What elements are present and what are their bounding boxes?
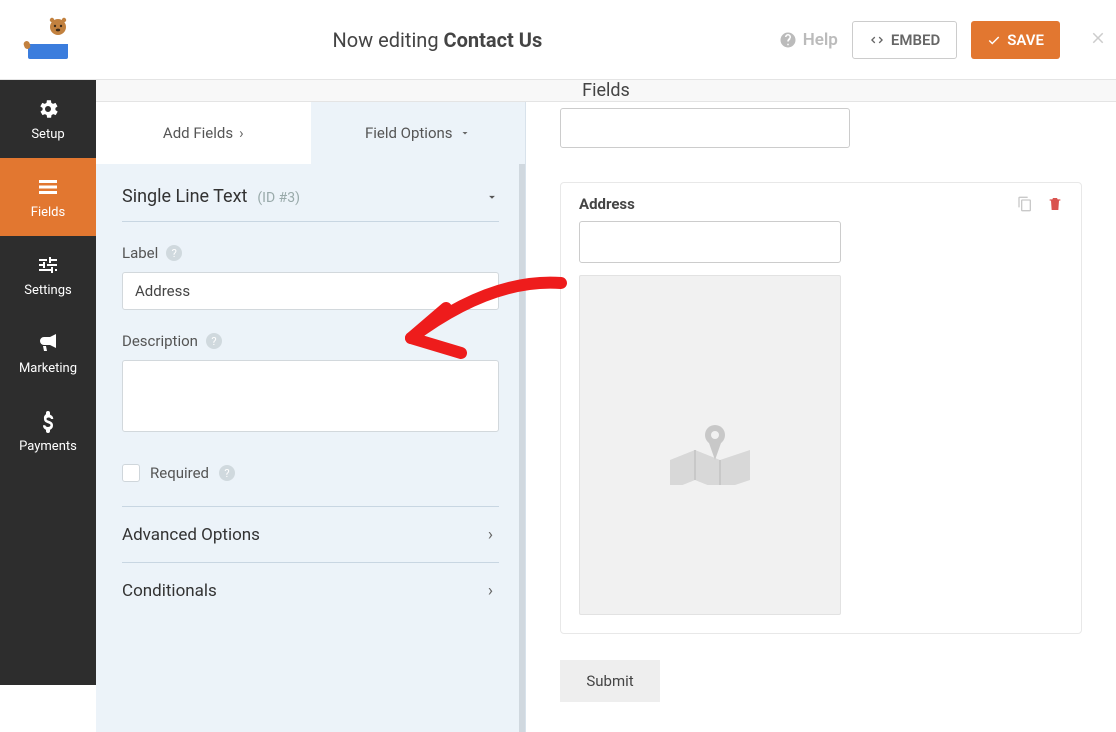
address-card-actions	[1017, 196, 1063, 212]
embed-label: EMBED	[891, 31, 940, 49]
list-icon	[36, 175, 60, 199]
app-logo	[0, 17, 96, 63]
description-caption: Description ?	[122, 332, 499, 350]
section-title: Fields	[582, 80, 630, 101]
rail-label: Payments	[19, 439, 77, 454]
embed-button[interactable]: EMBED	[852, 21, 957, 59]
close-button[interactable]	[1080, 29, 1116, 51]
required-checkbox[interactable]	[122, 464, 140, 482]
description-input[interactable]	[122, 360, 499, 432]
tab-label: Add Fields	[163, 124, 233, 142]
close-icon	[1089, 29, 1107, 47]
editing-prefix: Now editing	[332, 28, 443, 52]
rail-label: Settings	[24, 283, 71, 298]
chevron-right-icon: ›	[488, 581, 493, 601]
center-column: Fields Add Fields › Field Options	[96, 80, 1116, 685]
rail-item-marketing[interactable]: Marketing	[0, 314, 96, 392]
help-label: Help	[803, 30, 838, 50]
description-text: Description	[122, 332, 198, 350]
submit-button[interactable]: Submit	[560, 660, 660, 702]
rail-item-setup[interactable]: Setup	[0, 80, 96, 158]
accordion-advanced[interactable]: Advanced Options ›	[122, 507, 499, 563]
options-panel: Add Fields › Field Options Single Line T…	[96, 102, 526, 732]
rail-label: Marketing	[19, 361, 77, 376]
workspace: Add Fields › Field Options Single Line T…	[96, 102, 1116, 732]
map-placeholder	[579, 275, 841, 615]
help-icon	[779, 31, 797, 49]
code-icon	[869, 32, 885, 48]
accordion-conditionals[interactable]: Conditionals ›	[122, 563, 499, 619]
label-caption: Label ?	[122, 244, 499, 262]
help-icon[interactable]: ?	[166, 245, 182, 261]
label-text: Label	[122, 244, 158, 262]
trash-icon[interactable]	[1047, 196, 1063, 212]
chevron-right-icon: ›	[488, 525, 493, 545]
panel-tabs: Add Fields › Field Options	[96, 102, 525, 164]
panel-body: Single Line Text (ID #3) Label ?	[96, 164, 525, 619]
help-icon[interactable]: ?	[206, 333, 222, 349]
check-icon	[987, 33, 1001, 47]
required-row[interactable]: Required ?	[122, 464, 499, 507]
section-header: Fields	[96, 80, 1116, 102]
duplicate-icon[interactable]	[1017, 196, 1033, 212]
tab-field-options[interactable]: Field Options	[311, 102, 526, 164]
help-icon[interactable]: ?	[219, 465, 235, 481]
gear-icon	[36, 97, 60, 121]
preview-prev-field[interactable]	[560, 108, 850, 148]
main: Setup Fields Settings Marketing Payments…	[0, 80, 1116, 685]
scrollbar[interactable]	[519, 164, 525, 732]
submit-label: Submit	[586, 672, 633, 690]
tab-add-fields[interactable]: Add Fields ›	[96, 102, 311, 164]
rail-label: Setup	[31, 127, 64, 142]
preview-pane: Address	[526, 102, 1116, 732]
tab-label: Field Options	[365, 124, 453, 142]
chevron-down-icon	[485, 190, 499, 204]
address-card-header: Address	[579, 195, 1063, 213]
field-heading[interactable]: Single Line Text (ID #3)	[122, 186, 499, 222]
top-bar: Now editing Contact Us Help EMBED SAVE	[0, 0, 1116, 80]
required-label: Required	[150, 464, 209, 482]
map-pin-icon	[665, 405, 755, 485]
address-text-input[interactable]	[579, 221, 841, 263]
accordion-label: Advanced Options	[122, 525, 260, 545]
accordion-label: Conditionals	[122, 581, 217, 601]
chevron-right-icon: ›	[239, 124, 244, 142]
field-id-label: (ID #3)	[257, 190, 300, 206]
help-link[interactable]: Help	[779, 30, 838, 50]
top-actions: Help EMBED SAVE	[779, 21, 1080, 59]
group-description: Description ?	[122, 332, 499, 436]
save-label: SAVE	[1007, 31, 1044, 49]
form-name: Contact Us	[444, 28, 543, 52]
page-title: Now editing Contact Us	[96, 28, 779, 52]
field-type-label: Single Line Text	[122, 186, 247, 207]
sliders-icon	[36, 253, 60, 277]
preview-address-card[interactable]: Address	[560, 182, 1082, 634]
address-field-label: Address	[579, 195, 635, 213]
rail-item-payments[interactable]: Payments	[0, 392, 96, 470]
group-label: Label ?	[122, 244, 499, 310]
chevron-down-icon	[459, 127, 471, 139]
left-rail: Setup Fields Settings Marketing Payments	[0, 80, 96, 685]
megaphone-icon	[36, 331, 60, 355]
label-input[interactable]	[122, 272, 499, 310]
rail-item-settings[interactable]: Settings	[0, 236, 96, 314]
rail-label: Fields	[31, 205, 65, 220]
rail-item-fields[interactable]: Fields	[0, 158, 96, 236]
dollar-icon	[36, 409, 60, 433]
save-button[interactable]: SAVE	[971, 21, 1060, 59]
